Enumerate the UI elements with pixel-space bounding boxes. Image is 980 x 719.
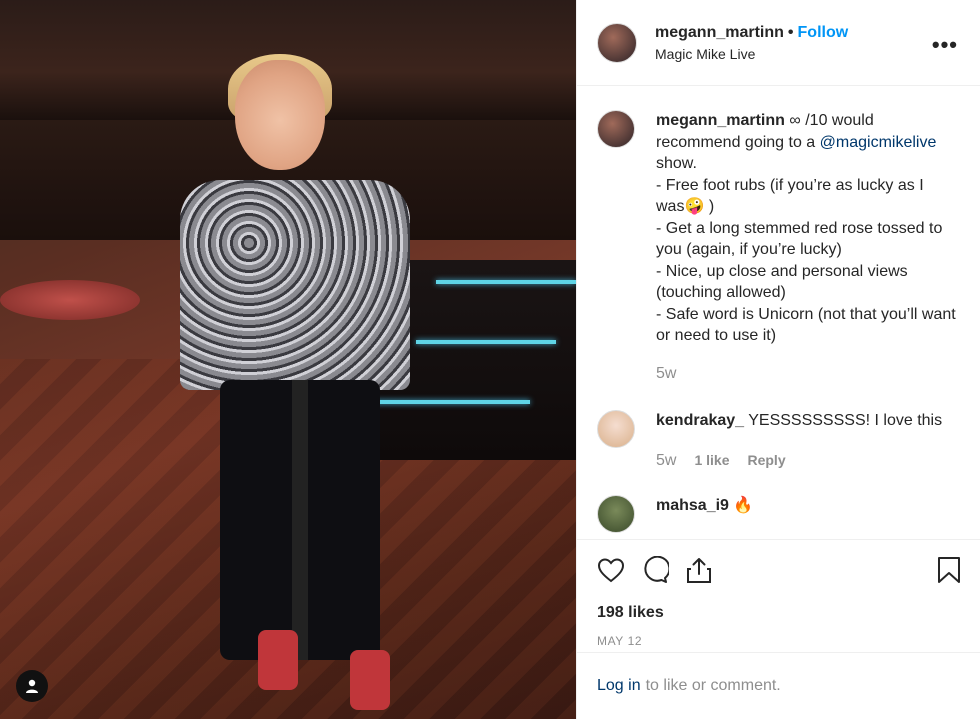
more-horizontal-icon[interactable]: ••• bbox=[932, 32, 958, 58]
avatar[interactable] bbox=[597, 22, 637, 63]
person-figure bbox=[150, 54, 440, 719]
caption-text: show. bbox=[656, 155, 697, 172]
avatar[interactable] bbox=[597, 410, 635, 448]
reply-button[interactable]: Reply bbox=[747, 450, 785, 472]
comments-list[interactable]: megann_martinn ∞ /10 would recommend goi… bbox=[577, 86, 980, 539]
comment-username[interactable]: kendrakay_ bbox=[656, 412, 744, 429]
post-detail-panel: megann_martinn • Follow Magic Mike Live ••… bbox=[576, 0, 980, 719]
caption-line: - Safe word is Unicorn (not that you’ll … bbox=[656, 305, 956, 345]
caption: megann_martinn ∞ /10 would recommend goi… bbox=[597, 110, 960, 384]
post-date: MAY 12 bbox=[597, 634, 643, 648]
post-location[interactable]: Magic Mike Live bbox=[655, 46, 848, 62]
stair-light bbox=[436, 280, 576, 284]
user-icon bbox=[26, 679, 38, 693]
share-icon[interactable] bbox=[685, 556, 713, 584]
tagged-users-button[interactable] bbox=[16, 670, 48, 702]
comment-icon[interactable] bbox=[641, 556, 669, 584]
comment-username[interactable]: mahsa_i9 bbox=[656, 497, 729, 514]
mention-link[interactable]: @magicmikelive bbox=[820, 134, 937, 151]
post-actions: 198 likes MAY 12 bbox=[577, 539, 980, 648]
caption-line: - Free foot rubs (if you’re as lucky as … bbox=[656, 176, 924, 216]
avatar[interactable] bbox=[597, 110, 635, 148]
likes-count[interactable]: 198 likes bbox=[597, 604, 961, 622]
comment-text: YESSSSSSSSS! I love this bbox=[748, 412, 943, 429]
comment-text: 🔥 bbox=[733, 497, 754, 514]
login-link[interactable]: Log in bbox=[597, 677, 641, 695]
face bbox=[235, 60, 325, 170]
caption-line: - Nice, up close and personal views (tou… bbox=[656, 262, 908, 302]
snakeskin-top bbox=[180, 180, 410, 390]
comment-item: kendrakay_ YESSSSSSSSS! I love this 5w 1… bbox=[597, 410, 960, 471]
heart-icon[interactable] bbox=[597, 557, 625, 583]
separator-dot: • bbox=[787, 23, 794, 41]
bookmark-icon[interactable] bbox=[937, 556, 961, 584]
comment-likes[interactable]: 1 like bbox=[694, 450, 729, 472]
post-header: megann_martinn • Follow Magic Mike Live ••… bbox=[577, 0, 980, 86]
comment-item: mahsa_i9 🔥 bbox=[597, 495, 960, 533]
black-jeans bbox=[220, 380, 380, 660]
follow-button[interactable]: Follow bbox=[798, 24, 849, 41]
caption-line: - Get a long stemmed red rose tossed to … bbox=[656, 219, 943, 259]
caption-time[interactable]: 5w bbox=[656, 363, 676, 385]
post-header-info: megann_martinn • Follow Magic Mike Live bbox=[655, 24, 848, 62]
avatar[interactable] bbox=[597, 495, 635, 533]
login-prompt: Log in to like or comment. bbox=[577, 652, 980, 719]
post-username[interactable]: megann_martinn bbox=[655, 24, 784, 41]
red-shoe bbox=[350, 650, 390, 710]
cocktail-table bbox=[0, 280, 140, 320]
red-shoe bbox=[258, 630, 298, 690]
post-photo[interactable] bbox=[0, 0, 576, 719]
login-prompt-text: to like or comment. bbox=[645, 677, 781, 694]
caption-username[interactable]: megann_martinn bbox=[656, 112, 785, 129]
comment-time[interactable]: 5w bbox=[656, 450, 676, 472]
